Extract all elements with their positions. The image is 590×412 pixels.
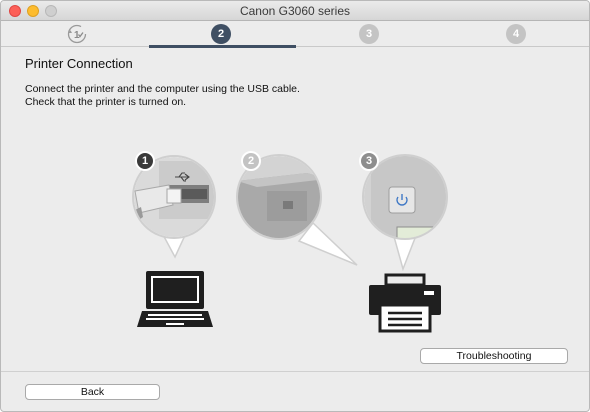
title-bar: Canon G3060 series [1,1,589,21]
illustration-step-3-badge: 3 [359,151,379,171]
step-indicator: 1 2 3 4 [1,21,589,48]
step-4-indicator: 4 [506,24,526,44]
printer-rear-illustration: 2 [227,151,367,271]
page-title: Printer Connection [25,56,133,71]
instruction-text-secondary: Check that the printer is turned on. [25,96,187,108]
instruction-text: Connect the printer and the computer usi… [25,83,300,95]
installer-window: Canon G3060 series 1 2 3 4 Printer Conne… [0,0,590,412]
step-3-indicator: 3 [359,24,379,44]
illustration-step-1-badge: 1 [135,151,155,171]
step-progress-bar [149,45,296,48]
footer-divider [1,371,589,372]
printer-icon [366,271,444,333]
usb-connection-illustration: 1 [129,151,225,263]
step-1-complete-indicator: 1 [67,24,87,44]
back-button[interactable]: Back [25,384,160,400]
step-complete-icon: 1 [67,24,87,44]
power-button-illustration: 3 [351,151,467,272]
step-2-indicator: 2 [211,24,231,44]
window-title: Canon G3060 series [239,4,351,18]
troubleshooting-button[interactable]: Troubleshooting [420,348,568,364]
illustration-step-2-badge: 2 [241,151,261,171]
laptop-icon [136,269,214,331]
